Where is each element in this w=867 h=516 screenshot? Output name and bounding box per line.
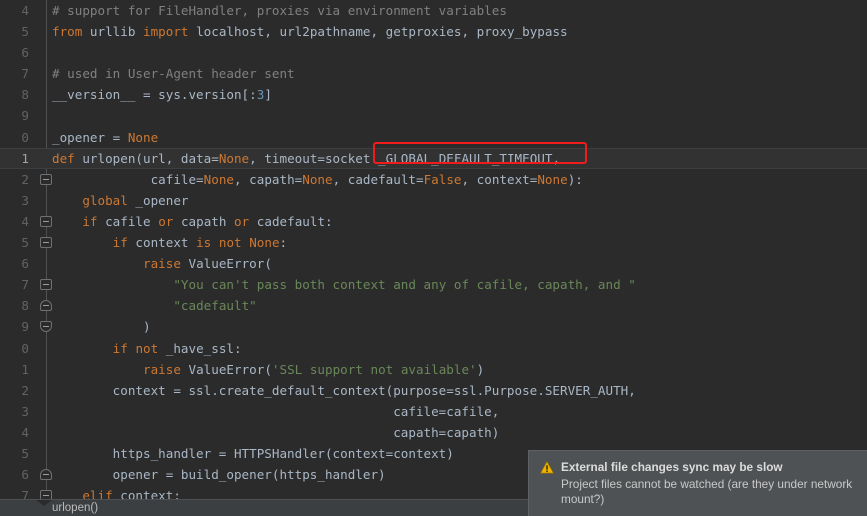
code-fold-toggle-icon[interactable] (40, 279, 52, 291)
code-line[interactable]: 3 global _opener (0, 190, 867, 211)
notification-title: External file changes sync may be slow (561, 460, 783, 474)
code-line[interactable]: 6 raise ValueError( (0, 253, 867, 274)
line-number: 1 (21, 150, 29, 166)
code-line[interactable]: 9 (0, 105, 867, 126)
line-number: 2 (21, 382, 29, 398)
line-number: 3 (21, 403, 29, 419)
line-number: 1 (21, 361, 29, 377)
line-number: 4 (21, 3, 29, 18)
code-text: cafile=cafile, (52, 403, 500, 419)
code-text: cafile=None, capath=None, cadefault=Fals… (52, 171, 583, 187)
line-number: 4 (21, 424, 29, 440)
breadcrumb-path[interactable]: urlopen() (52, 500, 98, 516)
code-lines[interactable]: 4 # support for FileHandler, proxies via … (0, 0, 867, 499)
code-text: if context is not None: (112, 235, 288, 251)
code-line[interactable]: 5 if context is not None: (0, 232, 867, 253)
code-editor[interactable]: 4 # support for FileHandler, proxies via … (0, 0, 867, 499)
line-number: 0 (21, 340, 29, 356)
code-fold-toggle-icon[interactable] (40, 300, 52, 312)
notification-body: Project files cannot be watched (are the… (561, 477, 853, 506)
line-number: 5 (21, 235, 29, 251)
code-text: raise ValueError( (143, 256, 272, 272)
line-number: 0 (21, 129, 29, 145)
code-text: capath=capath) (52, 424, 500, 440)
line-number: 6 (21, 467, 29, 483)
code-line[interactable]: 8 "cadefault" (0, 295, 867, 316)
code-line[interactable]: 0 if not _have_ssl: (0, 338, 867, 359)
code-text: elif context: (82, 488, 181, 499)
breadcrumb-notch (36, 500, 52, 506)
line-number: 6 (21, 256, 29, 272)
code-text: __version__ = sys.version[:3] (52, 87, 272, 103)
code-line[interactable]: 3 cafile=cafile, (0, 401, 867, 422)
line-number: 9 (21, 319, 29, 335)
ide-window: 4 # support for FileHandler, proxies via … (0, 0, 867, 516)
code-line[interactable]: 9 ) (0, 316, 867, 337)
notification-balloon[interactable]: External file changes sync may be slow P… (528, 450, 867, 516)
line-number: 3 (21, 192, 29, 208)
code-text: opener = build_opener(https_handler) (52, 467, 386, 483)
line-number: 6 (21, 45, 29, 61)
code-fold-toggle-icon[interactable] (40, 321, 52, 333)
code-line[interactable]: 8 __version__ = sys.version[:3] (0, 84, 867, 105)
code-text: "cadefault" (173, 298, 257, 314)
code-line[interactable]: 7 "You can't pass both context and any o… (0, 274, 867, 295)
line-number: 8 (21, 87, 29, 103)
code-line[interactable]: 7 # used in User-Agent header sent (0, 63, 867, 84)
line-number: 7 (21, 488, 29, 499)
code-fold-toggle-icon[interactable] (40, 215, 52, 227)
line-number: 5 (21, 445, 29, 461)
code-line[interactable]: 5 from urllib import localhost, url2pathn… (0, 21, 867, 42)
code-fold-toggle-icon[interactable] (40, 490, 52, 499)
code-line[interactable]: 2 context = ssl.create_default_context(p… (0, 380, 867, 401)
line-number: 2 (21, 171, 29, 187)
code-text: ) (52, 319, 151, 335)
code-line[interactable]: 0 _opener = None (0, 127, 867, 148)
warning-triangle-icon (540, 461, 554, 474)
code-text: from urllib import localhost, url2pathna… (52, 24, 568, 40)
code-line[interactable]: 1 def urlopen(url, data=None, timeout=soc… (0, 147, 867, 169)
line-number: 8 (21, 298, 29, 314)
code-line[interactable]: 6 (0, 42, 867, 63)
code-text: if cafile or capath or cadefault: (82, 213, 333, 229)
code-text: context = ssl.create_default_context(pur… (52, 382, 636, 398)
line-number: 7 (21, 277, 29, 293)
code-line[interactable]: 2 cafile=None, capath=None, cadefault=Fa… (0, 169, 867, 190)
code-fold-toggle-icon[interactable] (40, 173, 52, 185)
line-number: 9 (21, 108, 29, 124)
code-line[interactable]: 1 raise ValueError('SSL support not avai… (0, 359, 867, 380)
code-text: # support for FileHandler, proxies via e… (52, 3, 507, 18)
code-text: "You can't pass both context and any of … (173, 277, 636, 293)
code-text: raise ValueError('SSL support not availa… (143, 361, 485, 377)
code-text: global _opener (82, 192, 189, 208)
code-text: _opener = None (52, 129, 159, 145)
code-line[interactable]: 4 # support for FileHandler, proxies via … (0, 0, 867, 21)
code-text: if not _have_ssl: (112, 340, 242, 356)
code-text: def urlopen(url, data=None, timeout=sock… (52, 150, 561, 166)
code-text: # used in User-Agent header sent (52, 66, 295, 82)
line-number: 4 (21, 213, 29, 229)
code-line[interactable]: 4 capath=capath) (0, 422, 867, 443)
code-line[interactable]: 4 if cafile or capath or cadefault: (0, 211, 867, 232)
code-text: https_handler = HTTPSHandler(context=con… (52, 445, 454, 461)
line-number: 7 (21, 66, 29, 82)
code-fold-toggle-icon[interactable] (40, 469, 52, 481)
line-number: 5 (21, 24, 29, 40)
code-fold-toggle-icon[interactable] (40, 237, 52, 249)
